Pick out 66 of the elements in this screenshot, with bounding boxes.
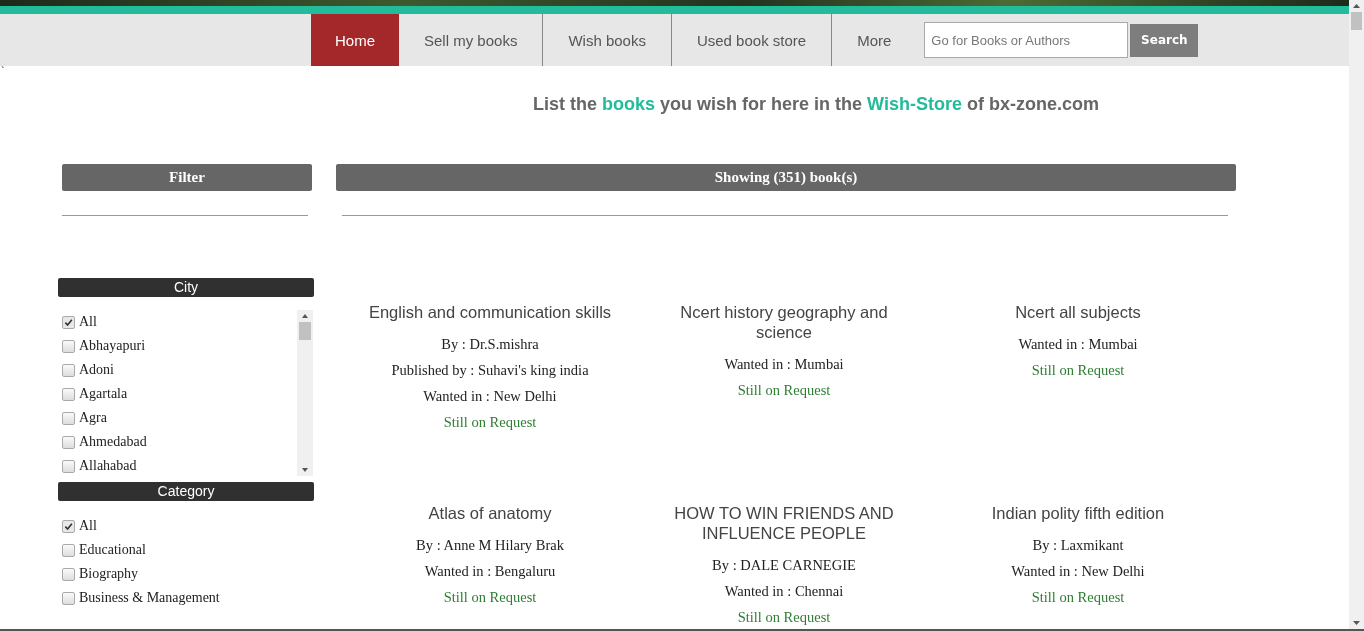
scroll-down-icon[interactable] bbox=[302, 468, 308, 472]
book-status: Still on Request bbox=[443, 413, 537, 432]
book-title[interactable]: English and communication skills bbox=[368, 302, 612, 322]
checkbox-label: Educational bbox=[79, 542, 146, 558]
book-location: Wanted in : Mumbai bbox=[724, 355, 844, 374]
book-author: By : DALE CARNEGIE bbox=[712, 556, 856, 575]
book-location: Wanted in : Chennai bbox=[724, 582, 844, 601]
nav-tab[interactable]: Used book store bbox=[671, 14, 833, 66]
book-title[interactable]: Indian polity fifth edition bbox=[991, 503, 1165, 523]
book-publisher: Published by : Suhavi's king india bbox=[391, 361, 589, 380]
book-location: Wanted in : Bengaluru bbox=[424, 562, 556, 581]
checkbox[interactable] bbox=[62, 591, 75, 605]
book-author: By : Dr.S.mishra bbox=[441, 335, 539, 354]
checkbox[interactable] bbox=[62, 435, 75, 449]
checkbox-label: Biography bbox=[79, 566, 139, 582]
checkbox[interactable] bbox=[62, 411, 75, 425]
nav-tab[interactable]: Sell my books bbox=[399, 14, 544, 66]
checkbox-label: All bbox=[79, 314, 97, 330]
book-title[interactable]: Atlas of anatomy bbox=[428, 503, 552, 523]
checkbox[interactable] bbox=[62, 459, 75, 473]
checkbox-label: Adoni bbox=[79, 362, 114, 378]
scroll-up-icon[interactable] bbox=[302, 314, 308, 318]
book-title[interactable]: Ncert history geography and science bbox=[652, 302, 916, 342]
scroll-down-icon[interactable] bbox=[1353, 621, 1360, 625]
book-location: Wanted in : New Delhi bbox=[1011, 562, 1145, 581]
filter-group-header: Category bbox=[58, 482, 314, 501]
checkbox-label: Abhayapuri bbox=[79, 338, 146, 354]
checkbox-label: Business & Management bbox=[79, 590, 220, 606]
checkbox[interactable] bbox=[62, 567, 75, 581]
book-location: Wanted in : New Delhi bbox=[423, 387, 557, 406]
filter-group-header: City bbox=[58, 278, 314, 297]
checkbox-label: Ahmedabad bbox=[79, 434, 147, 450]
scroll-thumb[interactable] bbox=[1351, 12, 1362, 30]
book-location: Wanted in : Mumbai bbox=[1018, 335, 1138, 354]
book-status: Still on Request bbox=[443, 588, 537, 607]
scroll-up-icon[interactable] bbox=[1353, 4, 1360, 8]
checkbox[interactable] bbox=[62, 387, 75, 401]
checkbox-label: Agartala bbox=[79, 386, 128, 402]
stray-mark: ` bbox=[0, 66, 6, 76]
checkbox-label: Allahabad bbox=[79, 458, 137, 474]
checkbox[interactable] bbox=[62, 543, 75, 557]
checkbox[interactable] bbox=[62, 315, 75, 329]
scroll-thumb[interactable] bbox=[299, 322, 311, 340]
checkbox[interactable] bbox=[62, 519, 75, 533]
book-status: Still on Request bbox=[737, 381, 831, 400]
nav-tab[interactable]: More bbox=[832, 14, 917, 66]
headline: List the books you wish for here in the Wish-Store of bx-zone.com bbox=[533, 94, 1099, 116]
checkbox-label: Agra bbox=[79, 410, 107, 426]
nav-tab[interactable]: Home bbox=[311, 14, 399, 66]
book-author: By : Anne M Hilary Brak bbox=[416, 536, 564, 555]
book-status: Still on Request bbox=[1031, 361, 1125, 380]
book-status: Still on Request bbox=[1031, 588, 1125, 607]
search-field[interactable]: Go for Books or Authors bbox=[924, 22, 1129, 58]
book-title[interactable]: HOW TO WIN FRIENDS AND INFLUENCE PEOPLE bbox=[652, 503, 916, 543]
results-header: Showing (351) book(s) bbox=[336, 164, 1236, 191]
checkbox[interactable] bbox=[62, 363, 75, 377]
book-status: Still on Request bbox=[737, 608, 831, 627]
book-title[interactable]: Ncert all subjects bbox=[1015, 302, 1141, 322]
book-author: By : Laxmikant bbox=[1032, 536, 1124, 555]
search-button[interactable]: Search bbox=[1130, 23, 1199, 57]
scrollbar[interactable] bbox=[297, 310, 313, 476]
checkbox-label: All bbox=[79, 518, 97, 534]
page-scrollbar[interactable] bbox=[1349, 0, 1364, 629]
nav-tab[interactable]: Wish books bbox=[543, 14, 672, 66]
filter-header: Filter bbox=[62, 164, 312, 191]
checkbox[interactable] bbox=[62, 339, 75, 353]
